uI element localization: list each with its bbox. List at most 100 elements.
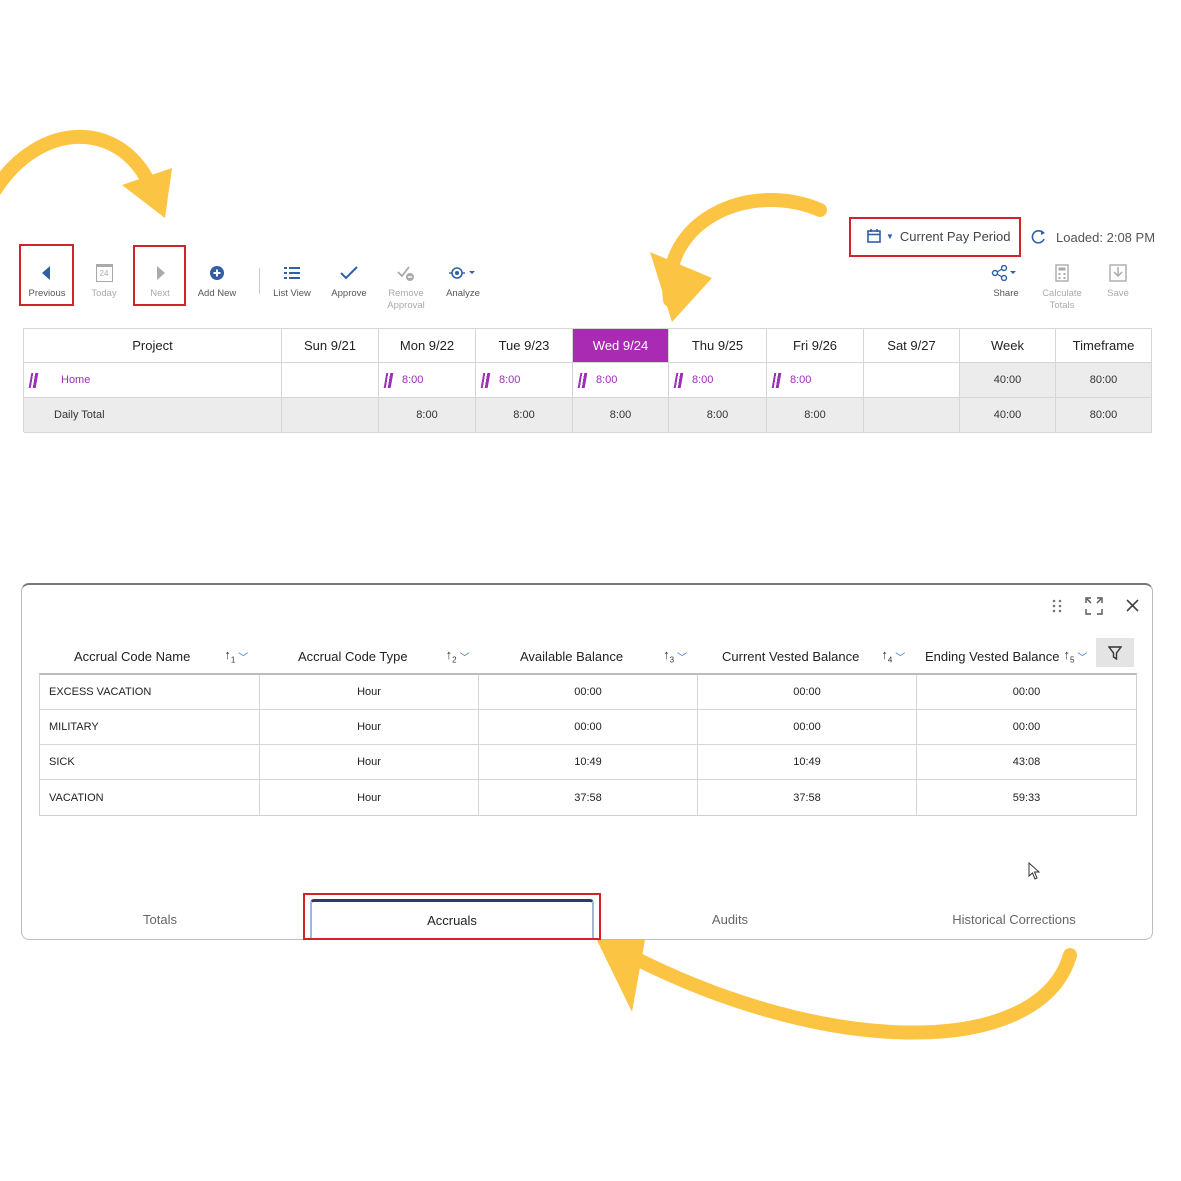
time-value: 8:00 [790, 374, 812, 386]
approve-button[interactable]: Approve [321, 262, 377, 300]
chevron-down-icon[interactable]: ﹀ [460, 649, 470, 664]
time-value: 8:00 [402, 374, 424, 386]
tab-historical-corrections[interactable]: Historical Corrections [914, 905, 1114, 933]
table-cell: 00:00 [917, 710, 1136, 745]
table-cell: 00:00 [479, 675, 698, 710]
sort-up-icon[interactable]: ↑5 [1063, 647, 1074, 665]
time-cell[interactable] [282, 363, 379, 398]
header-label: Current Vested Balance [722, 648, 860, 664]
time-cell[interactable] [864, 363, 960, 398]
table-cell: MILITARY [40, 710, 260, 745]
share-button[interactable]: Share [978, 262, 1034, 300]
table-cell: 37:58 [698, 780, 917, 815]
daily-total-cell: 8:00 [669, 398, 767, 433]
time-cell[interactable]: 8:00 [573, 363, 669, 398]
header-ending-vested-balance[interactable]: Ending Vested Balance ↑5 ﹀ [925, 640, 1097, 672]
list-view-button[interactable]: List View [264, 262, 320, 300]
calc-label-2: Totals [1049, 300, 1075, 311]
sort-up-icon[interactable]: ↑3 [663, 647, 674, 665]
save-icon [1109, 264, 1127, 282]
today-button[interactable]: 24 Today [76, 262, 132, 300]
sort-up-icon[interactable]: ↑2 [446, 647, 457, 665]
daily-total-cell: 8:00 [379, 398, 476, 433]
table-cell: 10:49 [698, 745, 917, 780]
pay-period-label: Current Pay Period [899, 228, 1011, 244]
daily-total-week: 40:00 [960, 398, 1056, 433]
time-cell[interactable]: 8:00 [669, 363, 767, 398]
entry-marker-icon [673, 372, 684, 388]
chevron-down-icon[interactable]: ﹀ [677, 649, 687, 664]
sort-up-icon[interactable]: ↑4 [881, 647, 892, 665]
week-total: 40:00 [960, 363, 1056, 398]
drag-handle-icon[interactable] [1050, 598, 1064, 614]
calc-label-1: Calculate [1042, 288, 1082, 299]
header-label: Available Balance [520, 648, 624, 664]
project-name: Home [61, 374, 91, 386]
share-icon [991, 265, 1016, 281]
close-icon[interactable] [1125, 598, 1140, 613]
daily-total-cell: 8:00 [767, 398, 864, 433]
arrow-bottom-curve [603, 938, 1077, 1040]
add-new-button[interactable]: Add New [189, 262, 245, 300]
header-current-vested-balance[interactable]: Current Vested Balance ↑4 ﹀ [722, 640, 922, 672]
project-cell[interactable]: Home [24, 363, 282, 398]
header-day[interactable]: Tue 9/23 [476, 329, 573, 363]
chevron-down-icon[interactable]: ﹀ [895, 649, 905, 664]
entry-marker-icon [577, 372, 588, 388]
calendar-today-icon: 24 [95, 264, 113, 282]
header-day-today[interactable]: Wed 9/24 [573, 329, 669, 363]
time-cell[interactable]: 8:00 [476, 363, 573, 398]
table-cell: VACATION [40, 780, 260, 815]
time-cell[interactable]: 8:00 [379, 363, 476, 398]
header-accrual-code-type[interactable]: Accrual Code Type ↑2 ﹀ [298, 640, 478, 672]
next-button[interactable]: Next [132, 262, 188, 300]
header-label: Accrual Code Name [74, 648, 191, 664]
analyze-button[interactable]: Analyze [435, 262, 491, 300]
sort-up-icon[interactable]: ↑1 [224, 647, 235, 665]
caret-down-icon: ▼ [886, 231, 894, 241]
calculate-totals-button[interactable]: Calculate Totals [1034, 262, 1090, 312]
time-cell[interactable]: 8:00 [767, 363, 864, 398]
pay-period-selector[interactable]: ▼ Current Pay Period [866, 228, 1010, 244]
tab-audits[interactable]: Audits [630, 905, 830, 933]
header-week: Week [960, 329, 1056, 363]
refresh-icon[interactable] [1029, 228, 1047, 246]
header-day[interactable]: Sun 9/21 [282, 329, 379, 363]
chevron-down-icon[interactable]: ﹀ [238, 649, 248, 664]
remove-approval-button[interactable]: Remove Approval [378, 262, 434, 312]
time-value: 8:00 [499, 374, 521, 386]
arrow-right-head [650, 252, 712, 322]
header-available-balance[interactable]: Available Balance ↑3 ﹀ [520, 640, 698, 672]
chevron-down-icon[interactable]: ﹀ [1077, 649, 1087, 664]
analyze-bug-icon [449, 267, 475, 279]
table-cell: 43:08 [917, 745, 1136, 780]
toolbar-divider [259, 268, 260, 294]
save-button[interactable]: Save [1090, 262, 1146, 300]
header-day[interactable]: Thu 9/25 [669, 329, 767, 363]
table-cell: 59:33 [1012, 791, 1041, 804]
table-cell: 10:49 [479, 745, 698, 780]
filter-button[interactable] [1096, 638, 1134, 667]
header-day[interactable]: Fri 9/26 [767, 329, 864, 363]
header-accrual-code-name[interactable]: Accrual Code Name ↑1 ﹀ [74, 640, 260, 672]
table-cell: Hour [260, 710, 479, 745]
expand-icon[interactable] [1085, 597, 1103, 615]
time-value: 8:00 [692, 374, 714, 386]
header-day[interactable]: Mon 9/22 [379, 329, 476, 363]
entry-marker-icon [480, 372, 491, 388]
entry-marker-icon [28, 372, 39, 388]
header-project[interactable]: Project [24, 329, 282, 363]
table-cell: Hour [260, 675, 479, 710]
header-label: Accrual Code Type [298, 648, 408, 664]
daily-total-timeframe: 80:00 [1056, 398, 1152, 433]
previous-button[interactable]: Previous [19, 262, 75, 300]
header-day[interactable]: Sat 9/27 [864, 329, 960, 363]
remove-label-2: Approval [387, 300, 425, 311]
arrow-left-curve [0, 129, 157, 195]
accruals-tab-highlight [303, 893, 601, 940]
plus-circle-icon [210, 266, 224, 280]
remove-label-1: Remove [388, 288, 424, 299]
tab-totals[interactable]: Totals [60, 905, 260, 933]
loaded-status: Loaded: 2:08 PM [1029, 228, 1155, 246]
time-value: 8:00 [596, 374, 618, 386]
